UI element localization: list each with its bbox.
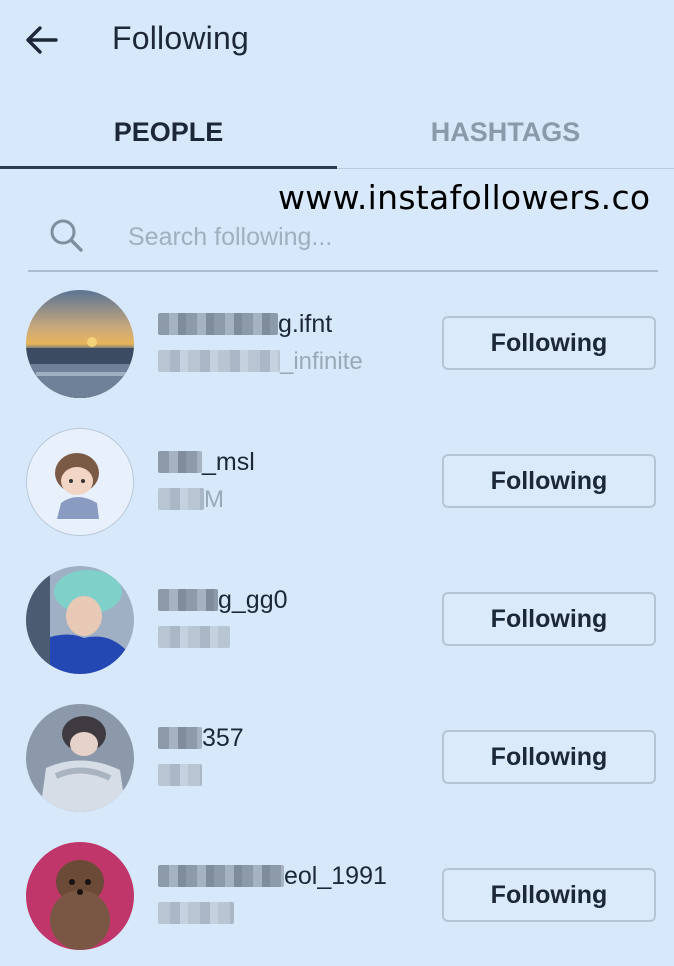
page-title: Following: [112, 20, 249, 56]
username[interactable]: g.ifnt: [158, 310, 332, 339]
following-button[interactable]: Following: [442, 868, 656, 922]
list-item: 357 Following: [0, 690, 674, 828]
blurred-text: [158, 313, 278, 335]
following-button[interactable]: Following: [442, 730, 656, 784]
list-item: _msl M Following: [0, 414, 674, 552]
avatar[interactable]: [26, 428, 134, 536]
full-name: M: [158, 486, 224, 514]
blurred-text: [158, 589, 218, 611]
blurred-text: [158, 451, 202, 473]
following-button[interactable]: Following: [442, 592, 656, 646]
avatar[interactable]: [26, 290, 134, 398]
following-list: g.ifnt _infinite Following _msl M Follow…: [0, 276, 674, 966]
tab-hashtags[interactable]: HASHTAGS: [337, 96, 674, 168]
search-bar: [28, 200, 658, 272]
blurred-text: [158, 764, 202, 786]
blurred-text: [158, 902, 234, 924]
list-item: eol_1991 Following: [0, 828, 674, 966]
list-item: g_gg0 Following: [0, 552, 674, 690]
following-button[interactable]: Following: [442, 316, 656, 370]
avatar[interactable]: [26, 842, 134, 950]
full-name: [158, 762, 202, 790]
back-button[interactable]: [20, 18, 64, 62]
full-name: [158, 624, 230, 652]
avatar[interactable]: [26, 704, 134, 812]
full-name: _infinite: [158, 348, 363, 376]
tab-people[interactable]: PEOPLE: [0, 96, 337, 169]
blurred-text: [158, 626, 230, 648]
search-input[interactable]: [126, 217, 590, 253]
arrow-left-icon: [26, 26, 58, 54]
search-icon: [46, 215, 86, 255]
blurred-text: [158, 488, 204, 510]
avatar[interactable]: [26, 566, 134, 674]
username[interactable]: _msl: [158, 448, 255, 477]
username[interactable]: 357: [158, 724, 244, 753]
blurred-text: [158, 865, 284, 887]
list-item: g.ifnt _infinite Following: [0, 276, 674, 414]
blurred-text: [158, 727, 202, 749]
username[interactable]: g_gg0: [158, 586, 288, 615]
tab-bar: PEOPLE HASHTAGS: [0, 96, 674, 169]
following-button[interactable]: Following: [442, 454, 656, 508]
username[interactable]: eol_1991: [158, 862, 387, 891]
blurred-text: [158, 350, 280, 372]
full-name: [158, 900, 234, 928]
top-bar: Following: [0, 0, 674, 80]
